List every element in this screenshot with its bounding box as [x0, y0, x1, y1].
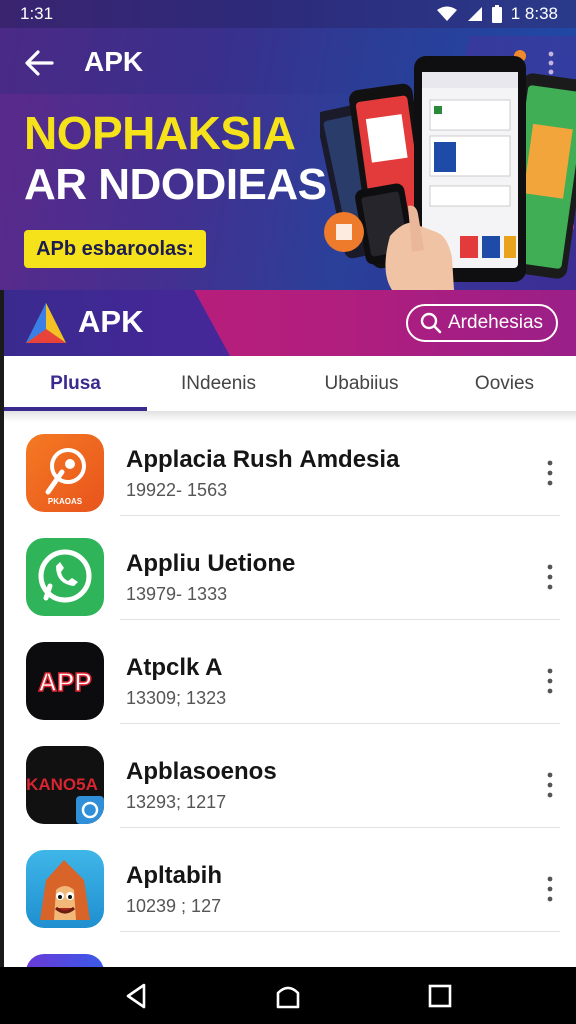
list-item[interactable]: APP Atpclk A 13309; 1323 — [4, 620, 576, 724]
more-options-icon[interactable] — [544, 458, 556, 488]
app-list: PKAOAS Applacia Rush Аmdesia 19922- 1563… — [4, 412, 576, 967]
app-name: Appliu Uetione — [126, 550, 296, 577]
back-arrow-icon[interactable] — [22, 46, 56, 80]
apk-store-header: APK Ardehesias — [4, 290, 576, 356]
more-options-icon[interactable] — [544, 770, 556, 800]
page-title: APK — [84, 46, 144, 77]
tab-indeenis[interactable]: INdeenis — [147, 356, 290, 411]
icon-caption: APP — [38, 667, 91, 697]
app-icon — [26, 954, 104, 967]
list-item[interactable]: KANO5A Apblasoenos 13293; 1217 — [4, 724, 576, 828]
search-button[interactable]: Ardehesias — [406, 304, 558, 342]
hero-banner: APK NOPHAKSIA AR NDODIEAS APb esbaroolas… — [0, 28, 576, 290]
list-item[interactable]: PKAOAS Applacia Rush Аmdesia 19922- 1563 — [4, 412, 576, 516]
compass-pen-icon: PKAOAS — [26, 434, 104, 512]
app-text-icon: APP — [26, 642, 104, 720]
signal-icon — [467, 7, 482, 21]
tab-ubabiius[interactable]: Ubabiius — [290, 356, 433, 411]
app-name: Atpclk A — [126, 654, 223, 681]
app-name: Apblasoenos — [126, 758, 277, 785]
list-item[interactable]: Apltabih 10239 ; 127 — [4, 828, 576, 932]
icon-caption: KANO5A — [26, 775, 98, 794]
play-triangle-logo-icon — [26, 303, 66, 343]
cartoon-character-icon — [26, 850, 104, 928]
status-bar: 1:31 1 8:38 — [0, 0, 576, 28]
app-meta: 13309; 1323 — [126, 688, 227, 708]
recents-icon[interactable] — [425, 981, 455, 1011]
category-tabs: Plusa INdeenis Ubabiius Oovies — [4, 356, 576, 412]
app-meta: 19922- 1563 — [126, 480, 228, 500]
apk-label: APK — [78, 304, 144, 339]
home-icon[interactable] — [273, 981, 303, 1011]
list-item[interactable] — [4, 932, 576, 967]
search-label: Ardehesias — [448, 312, 544, 333]
back-triangle-icon[interactable] — [122, 981, 152, 1011]
hero-cta-button[interactable]: APb esbaroolas: — [24, 230, 206, 268]
status-right-time: 1 8:38 — [510, 4, 558, 23]
status-time: 1:31 — [20, 4, 54, 23]
app-name: Applacia Rush Аmdesia — [126, 446, 400, 473]
app-name: Apltabih — [126, 862, 222, 889]
more-options-icon[interactable] — [544, 562, 556, 592]
wifi-icon — [436, 6, 457, 21]
battery-icon — [491, 5, 502, 23]
system-navigation-bar — [0, 967, 576, 1024]
hero-subline: AR NDODIEAS — [24, 160, 327, 209]
phone-chat-icon — [26, 538, 104, 616]
more-options-icon[interactable] — [544, 874, 556, 904]
tab-oovies[interactable]: Oovies — [433, 356, 576, 411]
tab-plusa[interactable]: Plusa — [4, 356, 147, 411]
game-logo-icon: KANO5A — [26, 746, 104, 824]
more-options-icon[interactable] — [544, 666, 556, 696]
phones-illustration-icon — [320, 36, 576, 290]
search-icon — [420, 312, 442, 334]
app-meta: 13979- 1333 — [126, 584, 228, 604]
list-item[interactable]: Appliu Uetione 13979- 1333 — [4, 516, 576, 620]
hero-headline: NOPHAKSIA — [24, 107, 296, 159]
app-meta: 13293; 1217 — [126, 792, 227, 812]
icon-caption: PKAOAS — [48, 497, 83, 506]
app-meta: 10239 ; 127 — [126, 896, 222, 916]
